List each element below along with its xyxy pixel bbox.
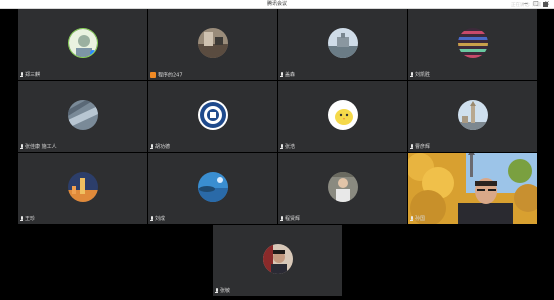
participant-name: 曹彦辉 <box>415 144 431 150</box>
speaker-view-toggle[interactable]: 正在讲话: 郑麒 <box>511 1 548 10</box>
participant-tile[interactable]: 盖森 <box>278 9 407 80</box>
participant-tile[interactable]: 张敏 <box>213 225 342 296</box>
participant-name: 孙国 <box>415 216 426 222</box>
participant-name: 刘凯胜 <box>415 72 431 78</box>
view-toggle-label: 正在讲话: 郑麒 <box>511 3 541 8</box>
avatar <box>67 171 98 202</box>
participant-name: 程序的247 <box>158 72 183 79</box>
participant-tile[interactable]: 程序的247 <box>148 9 277 80</box>
avatar <box>327 27 358 58</box>
participant-tile[interactable]: 刘凯胜 <box>408 9 537 80</box>
avatar <box>197 99 228 130</box>
mic-icon <box>215 288 218 293</box>
mic-icon <box>280 144 283 149</box>
participant-name: 盖森 <box>285 72 296 78</box>
mic-icon <box>150 144 153 149</box>
window-title: 腾讯会议 <box>266 1 287 7</box>
participant-name: 郑三麒 <box>25 72 41 78</box>
host-badge-icon <box>150 72 156 78</box>
participant-name: 胡功德 <box>155 144 171 150</box>
mic-icon <box>280 72 283 77</box>
participant-name: 刘成 <box>155 216 166 222</box>
participant-tile[interactable]: 郑三麒 <box>18 9 147 80</box>
participant-tile[interactable]: 张浩 <box>278 81 407 152</box>
grid-view-icon <box>543 2 548 7</box>
avatar <box>457 27 488 58</box>
mic-icon <box>280 216 283 221</box>
avatar <box>457 99 488 130</box>
participant-name: 张浩 <box>285 144 296 150</box>
mic-icon <box>20 72 23 77</box>
participant-tile[interactable]: 曹彦辉 <box>408 81 537 152</box>
participant-tile[interactable]: 王珍 <box>18 153 147 224</box>
mic-icon <box>150 216 153 221</box>
avatar <box>197 171 228 202</box>
avatar <box>67 27 98 58</box>
participant-tile[interactable]: 刘成 <box>148 153 277 224</box>
title-bar: 腾讯会议 — □ ✕ <box>0 0 554 9</box>
avatar <box>327 99 358 130</box>
mic-icon <box>410 216 413 221</box>
avatar <box>262 243 293 274</box>
mic-icon <box>20 144 23 149</box>
participant-tile[interactable]: 胡功德 <box>148 81 277 152</box>
mic-icon <box>410 72 413 77</box>
avatar <box>67 99 98 130</box>
participant-tile-active-video[interactable]: 孙国 <box>408 153 537 224</box>
participant-name: 王珍 <box>25 216 36 222</box>
avatar <box>197 27 228 58</box>
mic-icon <box>410 144 413 149</box>
participant-name: 张敏 <box>220 288 231 294</box>
participant-name: 程贤辉 <box>285 216 301 222</box>
live-video <box>408 153 537 224</box>
participant-tile[interactable]: 程贤辉 <box>278 153 407 224</box>
avatar <box>327 171 358 202</box>
participant-tile[interactable]: 张佳康 施工人 <box>18 81 147 152</box>
mic-icon <box>20 216 23 221</box>
participant-name: 张佳康 施工人 <box>25 144 57 150</box>
